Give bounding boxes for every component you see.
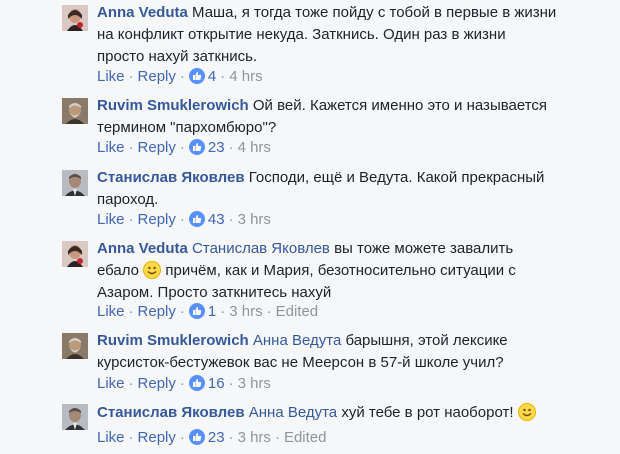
reaction-count[interactable]: 43: [188, 211, 225, 228]
mention-link[interactable]: Станислав Яковлев: [192, 240, 330, 257]
comment-timestamp[interactable]: 3 hrs: [238, 375, 271, 392]
comment-thread: Anna Veduta Маша, я тогда тоже пойду с т…: [0, 0, 620, 454]
like-button[interactable]: Like: [97, 429, 125, 446]
avatar[interactable]: [62, 333, 88, 359]
like-button[interactable]: Like: [97, 139, 125, 156]
comment-body: Ruvim Smuklerowich Анна Ведута барышня, …: [97, 330, 557, 374]
comment-timestamp[interactable]: 4 hrs: [238, 139, 271, 156]
smiley-emoji-icon: [143, 261, 162, 279]
comment-author[interactable]: Ruvim Smuklerowich: [97, 97, 249, 114]
thumbs-up-icon: [188, 139, 205, 155]
reply-button[interactable]: Reply: [138, 429, 176, 446]
reaction-count[interactable]: 23: [188, 139, 225, 156]
reaction-count[interactable]: 23: [188, 429, 225, 446]
reply-button[interactable]: Reply: [138, 303, 176, 320]
reply-button[interactable]: Reply: [138, 68, 176, 85]
avatar[interactable]: [62, 170, 88, 196]
comment-actions: Like · Reply · 16 · 3 hrs: [97, 375, 271, 392]
edited-label[interactable]: Edited: [284, 429, 327, 446]
avatar[interactable]: [62, 98, 88, 124]
avatar[interactable]: [62, 5, 88, 31]
thumbs-up-icon: [188, 211, 205, 227]
comment-author[interactable]: Anna Veduta: [97, 4, 188, 21]
comment-actions: Like · Reply · 1 · 3 hrs · Edited: [97, 303, 319, 320]
comment-body: Станислав Яковлев Анна Ведута хуй тебе в…: [97, 402, 557, 424]
comment-timestamp[interactable]: 3 hrs: [238, 211, 271, 228]
comment-actions: Like · Reply · 4 · 4 hrs: [97, 68, 263, 85]
reply-button[interactable]: Reply: [138, 375, 176, 392]
comment-author[interactable]: Станислав Яковлев: [97, 169, 245, 186]
comment-actions: Like · Reply · 23 · 4 hrs: [97, 139, 271, 156]
comment-actions: Like · Reply · 23 · 3 hrs · Edited: [97, 429, 327, 446]
edited-label[interactable]: Edited: [276, 303, 319, 320]
comment-body: Станислав Яковлев Господи, ещё и Ведута.…: [97, 167, 557, 211]
comment-timestamp[interactable]: 3 hrs: [238, 429, 271, 446]
comment-author[interactable]: Anna Veduta: [97, 240, 188, 257]
like-button[interactable]: Like: [97, 375, 125, 392]
reply-button[interactable]: Reply: [138, 139, 176, 156]
mention-link[interactable]: Анна Ведута: [253, 332, 341, 349]
thumbs-up-icon: [188, 303, 205, 319]
reaction-count[interactable]: 16: [188, 375, 225, 392]
comment-timestamp[interactable]: 4 hrs: [229, 68, 262, 85]
comment-text: хуй тебе в рот наоборот!: [341, 404, 514, 421]
comment-timestamp[interactable]: 3 hrs: [229, 303, 262, 320]
like-button[interactable]: Like: [97, 211, 125, 228]
comment-body: Anna Veduta Станислав Яковлев вы тоже мо…: [97, 238, 557, 304]
thumbs-up-icon: [188, 375, 205, 391]
like-button[interactable]: Like: [97, 68, 125, 85]
comment-author[interactable]: Ruvim Smuklerowich: [97, 332, 249, 349]
avatar[interactable]: [62, 241, 88, 267]
like-button[interactable]: Like: [97, 303, 125, 320]
thumbs-up-icon: [188, 68, 205, 84]
reply-button[interactable]: Reply: [138, 211, 176, 228]
thumbs-up-icon: [188, 429, 205, 445]
avatar[interactable]: [62, 404, 88, 430]
comment-actions: Like · Reply · 43 · 3 hrs: [97, 211, 271, 228]
comment-body: Anna Veduta Маша, я тогда тоже пойду с т…: [97, 2, 557, 68]
comment-body: Ruvim Smuklerowich Ой вей. Кажется именн…: [97, 95, 557, 139]
mention-link[interactable]: Анна Ведута: [249, 404, 337, 421]
smiley-emoji-icon: [517, 403, 536, 421]
reaction-count[interactable]: 4: [188, 68, 216, 85]
reaction-count[interactable]: 1: [188, 303, 216, 320]
comment-author[interactable]: Станислав Яковлев: [97, 404, 245, 421]
